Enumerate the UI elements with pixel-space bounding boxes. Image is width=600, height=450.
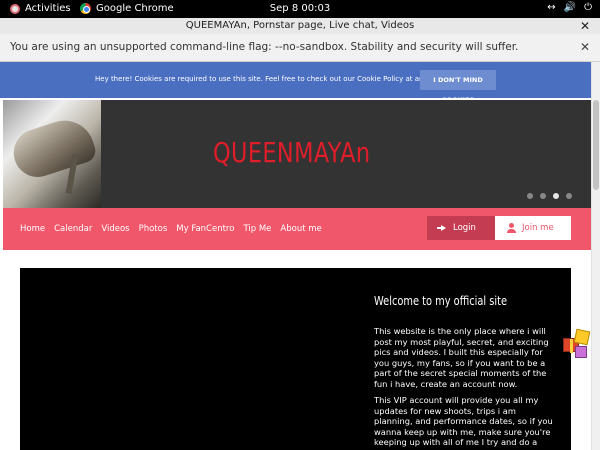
slider-dot[interactable] [540, 193, 546, 199]
profile-header: QUEENMAYAn [3, 100, 591, 208]
intro-paragraph: This website is the only place where i w… [374, 326, 549, 389]
nav-about-me[interactable]: About me [280, 224, 321, 234]
welcome-panel: Welcome to my official site This website… [20, 268, 571, 450]
scrollbar-thumb[interactable] [593, 100, 599, 190]
volume-icon: 🔊 [563, 2, 577, 13]
network-icon: ↔ [547, 2, 556, 13]
cookie-text: Hey there! Cookies are required to use t… [95, 75, 448, 83]
login-icon [437, 224, 447, 232]
window-title: QUEEMAYAn, Pornstar page, Live chat, Vid… [185, 20, 415, 31]
nav-my-fancentro[interactable]: My FanCentro [176, 224, 234, 234]
site-brand[interactable]: QUEENMAYAn [213, 136, 370, 169]
power-icon: ⏻ [584, 2, 592, 13]
vip-paragraph: This VIP account will provide you all my… [374, 395, 553, 450]
login-button[interactable]: Login [427, 216, 495, 240]
slider-dot[interactable] [566, 193, 572, 199]
join-button[interactable]: Join me [495, 216, 571, 240]
accept-cookies-button[interactable]: I DON'T MIND COOKIES [420, 70, 496, 104]
page-scrollbar[interactable] [591, 62, 600, 450]
nav-links: Home Calendar Videos Photos My FanCentro… [20, 224, 322, 234]
nav-tip-me[interactable]: Tip Me [243, 224, 271, 234]
nav-videos[interactable]: Videos [101, 224, 129, 234]
gift-box-yellow [573, 328, 591, 346]
slider-dot[interactable] [527, 193, 533, 199]
welcome-heading: Welcome to my official site [374, 294, 508, 308]
cookie-banner: Hey there! Cookies are required to use t… [0, 62, 591, 104]
slider-dots [527, 193, 572, 199]
shoe-image [7, 112, 99, 184]
slider-dot-active[interactable] [553, 193, 559, 199]
gift-box-purple [575, 346, 587, 358]
clock[interactable]: Sep 8 00:03 [0, 3, 600, 14]
page-viewport[interactable]: Hey there! Cookies are required to use t… [0, 62, 600, 450]
system-tray[interactable]: ↔ 🔊 ⏻ [547, 2, 592, 13]
sandbox-warning-bar: You are using an unsupported command-lin… [0, 34, 600, 62]
header-photo [3, 100, 101, 208]
nav-calendar[interactable]: Calendar [54, 224, 92, 234]
warning-message: You are using an unsupported command-lin… [10, 41, 519, 53]
nav-photos[interactable]: Photos [139, 224, 168, 234]
close-window-icon[interactable]: ✕ [580, 18, 590, 34]
close-infobar-icon[interactable]: ✕ [580, 34, 590, 60]
login-label: Login [453, 223, 476, 233]
main-navigation: Home Calendar Videos Photos My FanCentro… [3, 208, 591, 250]
system-top-bar: Activities Google Chrome Sep 8 00:03 ↔ 🔊… [0, 0, 600, 18]
join-label: Join me [522, 223, 554, 233]
window-title-bar: QUEEMAYAn, Pornstar page, Live chat, Vid… [0, 18, 600, 34]
nav-home[interactable]: Home [20, 224, 45, 234]
gift-icon[interactable] [563, 328, 591, 360]
user-icon [507, 223, 516, 233]
